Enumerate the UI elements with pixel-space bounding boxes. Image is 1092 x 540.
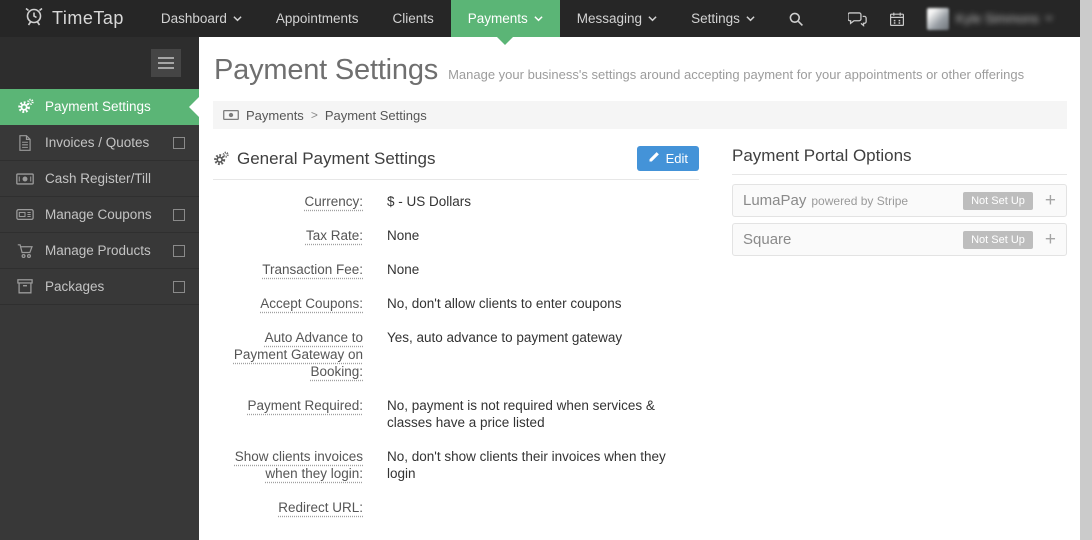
page-subtitle: Manage your business's settings around a… [448,67,1025,82]
invoice-icon [14,134,36,151]
calendar-icon[interactable] [889,11,905,27]
chevron-down-icon [233,14,242,23]
page-title: Payment Settings [214,54,439,86]
gears-icon [14,98,36,115]
field-label[interactable]: Auto Advance to Payment Gateway on Booki… [213,329,363,380]
plus-icon[interactable]: + [1045,230,1056,249]
sidebar-collapse-button[interactable] [151,49,181,77]
field-currency: Currency: $ - US Dollars [213,193,699,210]
plus-icon[interactable]: + [1045,191,1056,210]
sidebar-item-label: Manage Products [45,243,151,258]
sidebar-item-invoices-quotes[interactable]: Invoices / Quotes [0,125,199,161]
cash-icon [223,109,239,121]
gears-icon [213,151,229,167]
payment-portal-panel: Payment Portal Options LumaPay powered b… [732,146,1067,533]
page: TimeTap Dashboard Appointments Clients P… [0,0,1092,540]
messages-icon[interactable] [847,11,867,27]
sidebar-item-manage-coupons[interactable]: Manage Coupons [0,197,199,233]
brand-name: TimeTap [52,8,124,28]
breadcrumb-link-payments[interactable]: Payments [246,108,304,123]
field-transaction-fee: Transaction Fee: None [213,261,699,278]
pencil-icon [648,151,660,166]
nav-item-settings[interactable]: Settings [674,0,772,37]
nav-item-appointments[interactable]: Appointments [259,0,376,37]
breadcrumb: Payments > Payment Settings [213,101,1067,129]
breadcrumb-current: Payment Settings [324,107,427,123]
field-label[interactable]: Tax Rate: [213,227,363,244]
nav-item-dashboard[interactable]: Dashboard [144,0,259,37]
portal-option-lumapay[interactable]: LumaPay powered by Stripe Not Set Up + [732,184,1067,217]
sidebar-item-label: Invoices / Quotes [45,135,150,150]
field-value: None [387,262,420,277]
coupon-icon [14,208,36,221]
sidebar-item-payment-settings[interactable]: Payment Settings [0,89,199,125]
sidebar-item-cash-register[interactable]: Cash Register/Till [0,161,199,197]
field-label[interactable]: Currency: [213,193,363,210]
portal-name: LumaPay [743,192,807,209]
field-value: Yes, auto advance to payment gateway [387,330,623,345]
portal-name: Square [743,231,792,248]
field-label[interactable]: Show clients invoices when they login: [213,448,363,482]
nav-item-messaging[interactable]: Messaging [560,0,674,37]
field-accept-coupons: Accept Coupons: No, don't allow clients … [213,295,699,312]
field-label[interactable]: Redirect URL: [213,499,363,516]
cart-icon [14,243,36,259]
general-settings-panel: General Payment Settings Edit Currency: [213,146,699,533]
brand-logo[interactable]: TimeTap [0,0,144,37]
avatar [926,7,949,30]
vertical-scrollbar[interactable] [1080,0,1092,540]
sidebar-item-manage-products[interactable]: Manage Products [0,233,199,269]
edit-button[interactable]: Edit [636,146,699,171]
sidebar: Payment Settings Invoices / Quotes Cash … [0,37,199,540]
payment-portal-heading: Payment Portal Options [732,146,912,165]
search-icon[interactable] [772,0,820,37]
field-show-invoices: Show clients invoices when they login: N… [213,448,699,482]
chevron-down-icon [1045,14,1054,23]
chevron-down-icon [534,14,543,23]
package-icon [14,279,36,294]
field-label[interactable]: Payment Required: [213,397,363,431]
sidebar-item-label: Payment Settings [45,99,151,114]
nav-menu: Dashboard Appointments Clients Payments … [144,0,772,37]
sidebar-item-packages[interactable]: Packages [0,269,199,305]
sidebar-item-label: Packages [45,279,105,294]
timetap-clock-icon [22,4,46,33]
nav-right-icons: Kyle Simmons [847,0,1080,37]
general-settings-heading: General Payment Settings [213,149,435,169]
field-auto-advance: Auto Advance to Payment Gateway on Booki… [213,329,699,380]
user-name: Kyle Simmons [956,11,1054,26]
field-value: No, payment is not required when service… [387,398,655,430]
user-menu[interactable]: Kyle Simmons [926,7,1054,30]
field-label[interactable]: Accept Coupons: [213,295,363,312]
portal-options-list: LumaPay powered by Stripe Not Set Up + S… [732,184,1067,256]
field-redirect-url: Redirect URL: [213,499,699,516]
popout-checkbox-icon[interactable] [173,136,185,149]
popout-checkbox-icon[interactable] [173,280,185,293]
field-value: $ - US Dollars [387,194,472,209]
nav-item-clients[interactable]: Clients [375,0,450,37]
field-tax-rate: Tax Rate: None [213,227,699,244]
general-settings-fields: Currency: $ - US Dollars Tax Rate: None … [213,193,699,516]
top-navbar: TimeTap Dashboard Appointments Clients P… [0,0,1080,37]
status-badge: Not Set Up [963,191,1033,210]
field-payment-required: Payment Required: No, payment is not req… [213,397,699,431]
main-content: Payment Settings Manage your business's … [199,37,1080,540]
field-value: None [387,228,420,243]
chevron-down-icon [648,14,657,23]
portal-option-square[interactable]: Square Not Set Up + [732,223,1067,256]
cash-icon [14,172,36,186]
popout-checkbox-icon[interactable] [173,244,185,257]
field-value: No, don't show clients their invoices wh… [387,449,666,481]
chevron-down-icon [746,14,755,23]
popout-checkbox-icon[interactable] [173,208,185,221]
sidebar-item-label: Manage Coupons [45,207,152,222]
sidebar-header [0,37,199,89]
portal-suffix: powered by Stripe [811,193,909,208]
status-badge: Not Set Up [963,230,1033,249]
breadcrumb-separator: > [310,108,318,122]
field-label[interactable]: Transaction Fee: [213,261,363,278]
field-value: No, don't allow clients to enter coupons [387,296,622,311]
nav-item-payments[interactable]: Payments [450,0,560,37]
sidebar-item-label: Cash Register/Till [45,171,152,186]
